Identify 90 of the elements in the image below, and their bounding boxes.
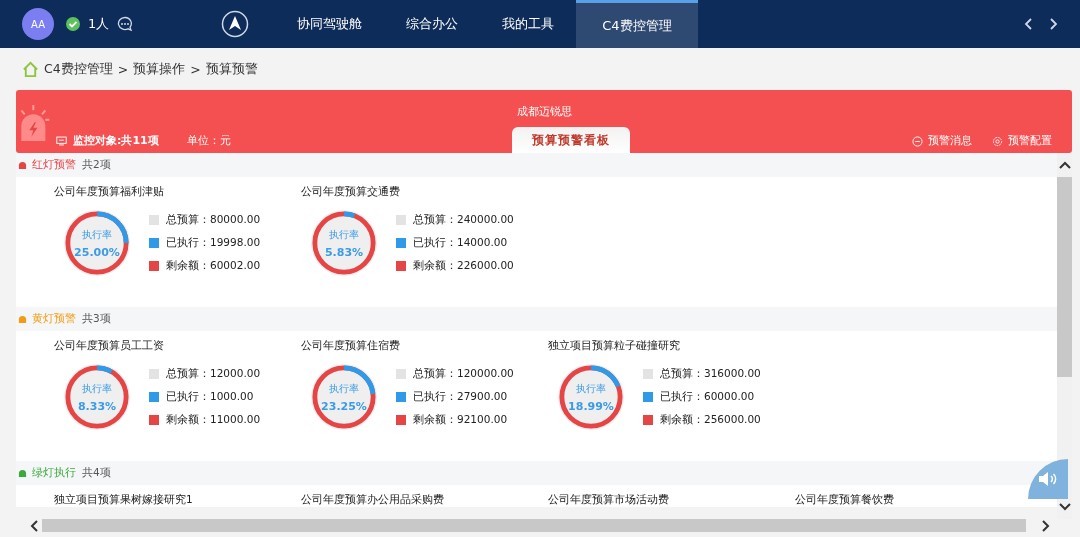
legend-text: 总预算：12000.00 (166, 367, 261, 381)
legend-swatch (396, 415, 406, 425)
donut-chart (310, 209, 378, 277)
speaker-icon (1038, 471, 1058, 487)
budget-title: 公司年度预算餐饮费 (795, 493, 895, 507)
budget-title: 公司年度预算住宿费 (301, 339, 401, 353)
legend-swatch (149, 215, 159, 225)
monitor-count: 监控对象:共11项 (73, 133, 159, 148)
donut-chart (63, 363, 131, 431)
section-count: 共4项 (82, 466, 111, 480)
chat-icon[interactable] (117, 16, 134, 32)
alarm-lamp-icon (18, 468, 27, 478)
legend-text: 剩余额：11000.00 (166, 413, 261, 427)
section-count: 共3项 (82, 312, 111, 326)
legend-swatch (643, 415, 653, 425)
settings-icon (992, 135, 1003, 147)
rate-label: 执行率 (82, 227, 112, 242)
legend-text: 总预算：240000.00 (413, 213, 514, 227)
legend-text: 已执行：1000.00 (166, 390, 254, 404)
scroll-down-icon[interactable] (1058, 503, 1071, 511)
rate-value: 5.83% (324, 245, 364, 259)
breadcrumb-item[interactable]: 预算操作 (133, 60, 186, 78)
legend-text: 剩余额：92100.00 (413, 413, 508, 427)
legend-swatch (149, 415, 159, 425)
scroll-left-icon[interactable] (30, 519, 38, 532)
breadcrumb-item[interactable]: 预算预警 (205, 60, 258, 78)
alarm-lamp-icon (18, 160, 27, 170)
alarm-lamp-icon (18, 314, 27, 324)
chevron-right-icon[interactable] (1048, 17, 1058, 31)
rate-label: 执行率 (329, 227, 359, 242)
dashboard-tab[interactable]: 预算预警看板 (512, 127, 631, 153)
legend-swatch (149, 369, 159, 379)
legend-swatch (149, 392, 159, 402)
breadcrumb-item: > (190, 61, 201, 77)
budget-title: 公司年度预算福利津贴 (54, 185, 165, 199)
unit-label: 单位：元 (186, 133, 231, 148)
legend-text: 已执行：27900.00 (413, 390, 508, 404)
legend-swatch (396, 215, 406, 225)
legend-text: 剩余额：60002.00 (166, 259, 261, 273)
legend-swatch (396, 369, 406, 379)
budget-title: 独立项目预算粒子碰撞研究 (548, 339, 681, 353)
budget-title: 公司年度预算交通费 (301, 185, 401, 199)
legend-text: 剩余额：226000.00 (413, 259, 514, 273)
rate-value: 25.00% (74, 245, 120, 259)
budget-title: 独立项目预算果树嫁接研究1 (54, 493, 194, 507)
legend-swatch (643, 369, 653, 379)
budget-title: 公司年度预算市场活动费 (548, 493, 670, 507)
scroll-up-icon[interactable] (1058, 161, 1071, 169)
section-count: 共2项 (82, 158, 111, 172)
legend-swatch (396, 392, 406, 402)
rate-value: 18.99% (568, 399, 614, 413)
budget-title: 公司年度预算办公用品采购费 (301, 493, 445, 507)
legend-swatch (396, 238, 406, 248)
legend-text: 总预算：120000.00 (413, 367, 514, 381)
donut-chart (63, 209, 131, 277)
legend-text: 剩余额：256000.00 (660, 413, 761, 427)
breadcrumb-item[interactable]: C4费控管理 (44, 60, 113, 78)
nav-tab[interactable]: 我的工具 (480, 0, 577, 48)
scroll-right-icon[interactable] (1042, 519, 1050, 532)
rate-label: 执行率 (329, 381, 359, 396)
rate-value: 8.33% (77, 399, 117, 413)
legend-swatch (643, 392, 653, 402)
section-title: 绿灯执行 (32, 466, 76, 480)
legend-swatch (396, 261, 406, 271)
message-icon (912, 135, 923, 147)
nav-tab[interactable]: 协同驾驶舱 (275, 0, 385, 48)
rate-label: 执行率 (576, 381, 606, 396)
nav-tab[interactable]: C4费控管理 (576, 0, 698, 48)
section-title: 黄灯预警 (32, 312, 76, 326)
status-check-icon (66, 17, 80, 31)
chevron-left-icon[interactable] (1024, 17, 1034, 31)
legend-text: 已执行：19998.00 (166, 236, 261, 250)
section-title: 红灯预警 (32, 158, 76, 172)
legend-text: 总预算：80000.00 (166, 213, 261, 227)
monitor-icon (56, 136, 67, 146)
online-count: 1人 (88, 15, 110, 33)
legend-swatch (149, 238, 159, 248)
breadcrumb-item: > (117, 61, 129, 77)
rate-label: 执行率 (82, 381, 112, 396)
legend-swatch (149, 261, 159, 271)
nav-tab[interactable]: 综合办公 (384, 0, 481, 48)
legend-text: 已执行：14000.00 (413, 236, 508, 250)
scroll-thumb[interactable] (1057, 177, 1072, 377)
budget-title: 公司年度预算员工工资 (54, 339, 165, 353)
rate-value: 23.25% (321, 399, 367, 413)
donut-chart (557, 363, 625, 431)
legend-text: 已执行：60000.00 (660, 390, 755, 404)
donut-chart (310, 363, 378, 431)
company-name: 成都迈锐思 (515, 104, 573, 119)
legend-text: 总预算：316000.00 (660, 367, 761, 381)
